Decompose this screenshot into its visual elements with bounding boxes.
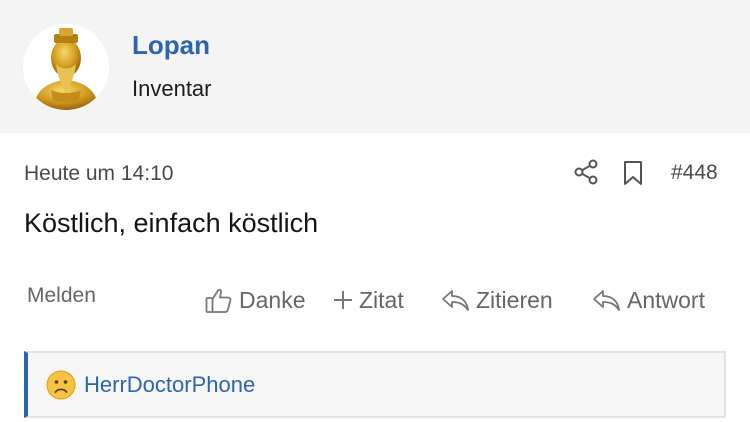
post-permalink[interactable]: #448 [671, 161, 718, 185]
post-content: Köstlich, einfach köstlich [24, 208, 319, 238]
multiquote-button[interactable]: Zitat [333, 283, 404, 317]
quote-button[interactable]: Zitieren [440, 283, 553, 317]
user-header: Lopan Inventar [0, 0, 750, 133]
reply-label: Antwort [627, 286, 705, 313]
share-icon[interactable] [572, 158, 600, 186]
reply-button[interactable]: Antwort [591, 283, 705, 317]
reply-arrow-icon [442, 290, 469, 311]
user-avatar[interactable] [23, 24, 109, 110]
user-title: Inventar [132, 76, 212, 101]
plus-icon [334, 291, 352, 309]
post-date[interactable]: Heute um 14:10 [24, 162, 173, 186]
quote-label: Zitieren [476, 286, 553, 313]
multiquote-label: Zitat [359, 286, 404, 313]
bookmark-icon[interactable] [621, 159, 645, 187]
reactions-bar[interactable]: HerrDoctorPhone [24, 351, 726, 418]
golden-statue-icon [23, 24, 109, 110]
reaction-user-link[interactable]: HerrDoctorPhone [84, 372, 255, 398]
frowning-face-icon [46, 370, 76, 400]
report-button[interactable]: Melden [27, 284, 96, 308]
username-link[interactable]: Lopan [132, 30, 210, 61]
like-label: Danke [239, 286, 306, 313]
reply-arrow-icon [593, 290, 620, 311]
thumbs-up-icon [205, 288, 232, 313]
like-button[interactable]: Danke [204, 283, 305, 317]
